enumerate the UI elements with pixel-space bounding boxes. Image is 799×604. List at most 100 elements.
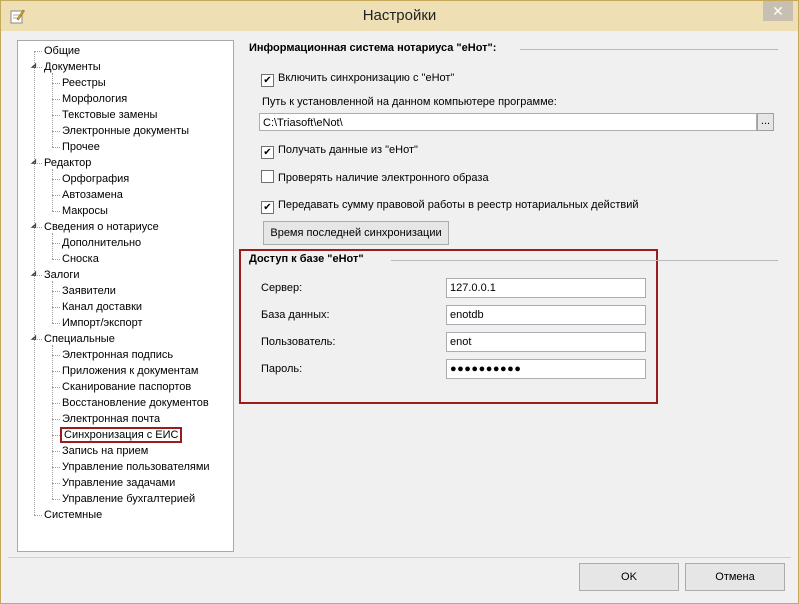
tree-item-label: Залоги (44, 269, 80, 281)
tree-connector (52, 291, 60, 292)
tree-item-label: Импорт/экспорт (62, 317, 143, 329)
tree-item-label: Редактор (44, 157, 92, 169)
tree-item[interactable]: Реестры (60, 75, 108, 91)
tree-item-label: Реестры (62, 77, 106, 89)
tree-item[interactable]: Управление пользователями (60, 459, 212, 475)
tree-connector (52, 467, 60, 468)
tree-item-label: Прочее (62, 141, 100, 153)
tree-connector (52, 483, 60, 484)
tree-connector (52, 355, 60, 356)
tree-item[interactable]: Управление задачами (60, 475, 177, 491)
tree-item[interactable]: Системные (42, 507, 104, 523)
tree-item[interactable]: Редактор (42, 155, 93, 171)
tree-item-label: Орфография (62, 173, 130, 185)
check-image-checkbox[interactable]: Проверять наличие электронного образа (261, 170, 489, 186)
tree-root-line (34, 51, 35, 515)
tree-connector (34, 51, 42, 52)
close-button[interactable]: ✕ (763, 1, 793, 21)
tree-item[interactable]: Импорт/экспорт (60, 315, 145, 331)
tree-item[interactable]: Автозамена (60, 187, 125, 203)
tree-item-label: Канал доставки (62, 301, 143, 313)
tree-item[interactable]: Электронная почта (60, 411, 162, 427)
tree-item[interactable]: Макросы (60, 203, 110, 219)
tree-item[interactable]: Синхронизация с ЕИС (60, 427, 183, 443)
browse-button[interactable]: ... (757, 113, 774, 131)
password-input[interactable]: ●●●●●●●●●● (446, 359, 646, 379)
tree-item[interactable]: Восстановление документов (60, 395, 211, 411)
send-sum-checkbox[interactable]: ✔ Передавать сумму правовой работы в реес… (261, 197, 639, 214)
tree-item-label: Приложения к документам (62, 365, 199, 377)
tree-connector (52, 259, 60, 260)
tree-item[interactable]: Залоги (42, 267, 82, 283)
user-label: Пользователь: (261, 336, 336, 348)
close-icon: ✕ (772, 3, 784, 19)
tree-item[interactable]: Сканирование паспортов (60, 379, 193, 395)
tree-connector (52, 243, 60, 244)
title-bar[interactable]: Настройки ✕ (1, 1, 798, 31)
db-access-highlight (239, 249, 658, 404)
tree-connector (52, 419, 60, 420)
tree-item[interactable]: Орфография (60, 171, 131, 187)
tree-item[interactable]: Дополнительно (60, 235, 143, 251)
tree-item-label: Сноска (62, 253, 99, 265)
eis-section-divider (520, 49, 778, 50)
tree-item-label: Документы (44, 61, 101, 73)
tree-item-label: Общие (44, 45, 81, 57)
settings-tree[interactable]: Общие Документы ◢ Реестры Морфология Текстовы… (17, 40, 234, 552)
database-label: База данных: (261, 309, 330, 321)
tree-item[interactable]: Морфология (60, 91, 129, 107)
db-section-divider (391, 260, 778, 261)
tree-connector (52, 435, 60, 436)
enable-sync-checkbox[interactable]: ✔ Включить синхронизацию с "еНот" (261, 70, 454, 87)
tree-item-label: Восстановление документов (62, 397, 209, 409)
db-section-title: Доступ к базе "еНот" (249, 253, 364, 265)
window-title: Настройки (362, 7, 437, 24)
last-sync-button[interactable]: Время последней синхронизации (263, 221, 449, 245)
tree-item[interactable]: Приложения к документам (60, 363, 200, 379)
tree-item[interactable]: Управление бухгалтерией (60, 491, 197, 507)
user-input[interactable]: enot (446, 332, 646, 352)
tree-item[interactable]: Канал доставки (60, 299, 144, 315)
tree-item-label: Автозамена (62, 189, 123, 201)
cancel-button[interactable]: Отмена (685, 563, 785, 591)
tree-item-label: Управление пользователями (62, 461, 210, 473)
tree-item[interactable]: Текстовые замены (60, 107, 159, 123)
tree-connector (52, 307, 60, 308)
check-icon: ✔ (261, 201, 274, 214)
tree-item-label: Управление бухгалтерией (62, 493, 196, 505)
tree-item-label: Сканирование паспортов (62, 381, 192, 393)
tree-item[interactable]: Сноска (60, 251, 101, 267)
tree-item-label: Синхронизация с ЕИС (60, 427, 183, 443)
tree-connector (52, 195, 60, 196)
check-icon: ✔ (261, 74, 274, 87)
tree-item-label: Запись на прием (62, 445, 149, 457)
dialog-client: Общие Документы ◢ Реестры Морфология Текстовы… (8, 31, 791, 596)
path-label: Путь к установленной на данном компьютер… (262, 96, 557, 108)
tree-item[interactable]: Заявители (60, 283, 118, 299)
tree-item-label: Морфология (62, 93, 128, 105)
tree-branch-line (52, 345, 53, 499)
footer-divider (8, 557, 791, 558)
receive-data-checkbox[interactable]: ✔ Получать данные из "еНот" (261, 142, 418, 159)
server-label: Сервер: (261, 282, 303, 294)
tree-item[interactable]: Прочее (60, 139, 102, 155)
tree-item[interactable]: Общие (42, 43, 82, 59)
tree-branch-line (52, 73, 53, 147)
tree-connector (52, 499, 60, 500)
tree-item[interactable]: Сведения о нотариусе (42, 219, 161, 235)
tree-connector (52, 371, 60, 372)
tree-item[interactable]: Электронные документы (60, 123, 191, 139)
settings-window: Настройки ✕ Общие Документы ◢ Реестры Морфол… (0, 0, 799, 604)
database-input[interactable]: enotdb (446, 305, 646, 325)
tree-connector (52, 115, 60, 116)
tree-connector (52, 99, 60, 100)
tree-branch-line (52, 233, 53, 259)
server-input[interactable]: 127.0.0.1 (446, 278, 646, 298)
tree-item[interactable]: Запись на прием (60, 443, 150, 459)
tree-item-label: Дополнительно (62, 237, 142, 249)
ok-button[interactable]: OK (579, 563, 679, 591)
tree-item[interactable]: Специальные (42, 331, 117, 347)
program-path-input[interactable]: C:\Triasoft\eNot\ (259, 113, 757, 131)
tree-item[interactable]: Электронная подпись (60, 347, 175, 363)
tree-connector (52, 147, 60, 148)
